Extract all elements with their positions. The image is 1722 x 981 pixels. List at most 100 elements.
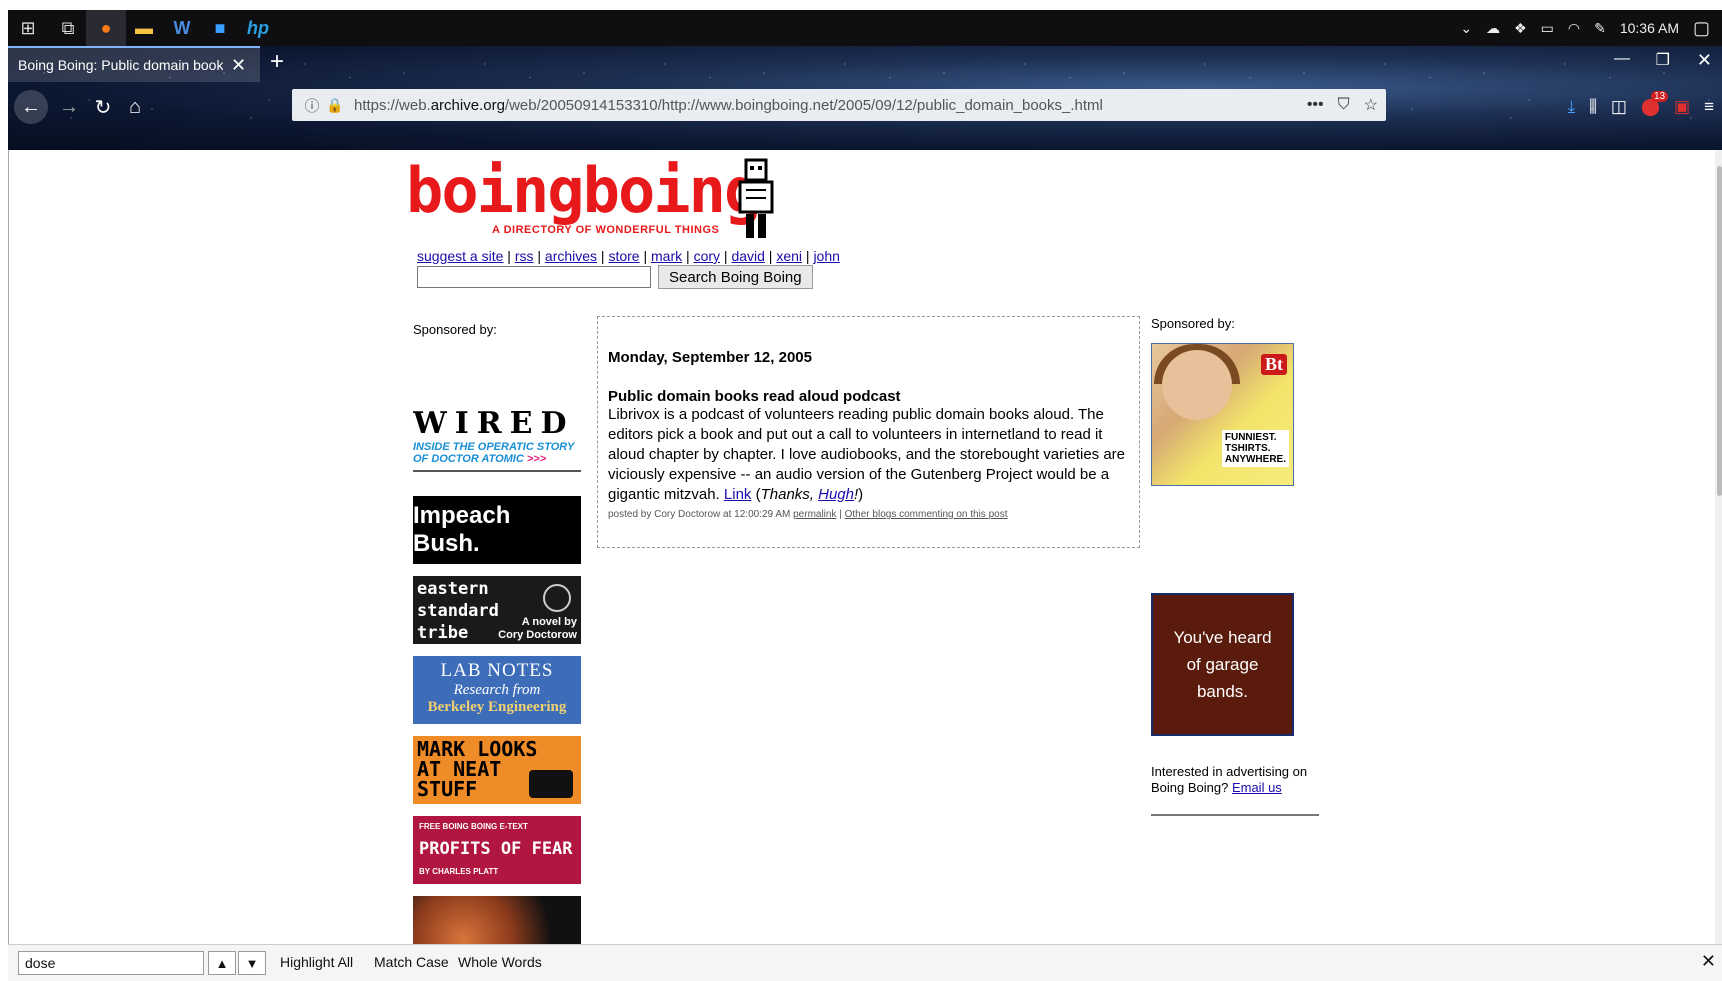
wired-arrows: >>> [526,453,547,465]
scrollbar[interactable] [1715,150,1722,944]
mark-line2: AT NEAT [417,757,502,781]
find-next-icon[interactable]: ▼ [238,951,266,975]
ad-mark-looks[interactable]: MARK LOOKS AT NEAT STUFF [413,736,581,804]
nav-suggest-site[interactable]: suggest a site [417,248,503,264]
find-input[interactable]: dose [18,951,204,975]
lock-icon[interactable]: 🔒 [326,97,346,114]
chevron-up-icon[interactable]: ⌄ [1460,20,1472,37]
find-previous-icon[interactable]: ▲ [208,951,236,975]
thanks-prefix: Thanks, [760,486,819,503]
est-by1: A novel by [521,616,577,628]
ad-garage-bands[interactable]: You've heard of garage bands. [1151,593,1294,736]
other-blogs-link[interactable]: Other blogs commenting on this post [845,509,1008,520]
site-search-input[interactable] [417,266,651,288]
pocket-icon[interactable]: ⛉ [1338,96,1350,114]
url-text[interactable]: https://web.archive.org/web/200509141533… [354,97,1103,114]
ad-lab-notes[interactable]: LAB NOTES Research from Berkeley Enginee… [413,656,581,724]
wired-logo: WIRED [413,406,575,441]
garage-line3: bands. [1196,682,1249,701]
home-icon[interactable]: ⌂ [118,90,152,124]
post-meta-text: posted by Cory Doctorow at 12:00:29 AM [608,509,794,520]
forward-icon[interactable]: → [52,90,86,124]
search-button[interactable]: Search Boing Boing [658,265,813,289]
pen-icon[interactable]: ✎ [1594,20,1606,37]
email-us-link[interactable]: Email us [1232,780,1282,795]
advertise-note: Interested in advertising on Boing Boing… [1151,764,1319,816]
thanks-hugh-link[interactable]: Hugh [818,486,854,503]
page-actions-icon[interactable]: ••• [1307,96,1324,114]
close-window-icon[interactable]: ✕ [1697,50,1712,71]
sidebar-icon[interactable]: ◫ [1611,97,1627,117]
logo-wordmark: boingboing [406,154,761,227]
nav-store[interactable]: store [608,248,639,264]
site-logo[interactable]: boingboing A DIRECTORY OF WONDERFUL THIN… [406,158,778,244]
highlight-all-toggle[interactable]: Highlight All [280,954,353,970]
whole-words-toggle[interactable]: Whole Words [458,954,542,970]
close-findbar-icon[interactable]: ✕ [1701,951,1716,972]
wired-sub2: OF DOCTOR ATOMIC [413,453,524,465]
task-view-icon[interactable]: ⧉ [48,10,88,46]
ad-impeach-bush[interactable]: Impeach Bush. [413,496,581,564]
info-icon[interactable]: ⓘ [298,95,326,116]
profits-line3: BY CHARLES PLATT [419,867,499,876]
post-date: Monday, September 12, 2005 [608,349,812,366]
blog-post: Monday, September 12, 2005 Public domain… [597,316,1140,548]
nav-mark[interactable]: mark [651,248,682,264]
nav-cory[interactable]: cory [694,248,720,264]
new-tab-icon[interactable]: + [270,48,284,76]
nav-archives[interactable]: archives [545,248,597,264]
nav-rss[interactable]: rss [515,248,534,264]
bt-tagline: FUNNIEST. TSHIRTS. ANYWHERE. [1221,430,1289,467]
permalink-link[interactable]: permalink [793,509,836,520]
ad-eastern-standard-tribe[interactable]: eastern standard tribe A novel by Cory Doct… [413,576,581,644]
hp-icon[interactable]: hp [238,10,278,46]
dropbox-icon[interactable]: ❖ [1514,20,1527,37]
restore-icon[interactable]: ❐ [1656,50,1670,70]
battery-icon[interactable]: ▭ [1541,20,1554,37]
match-case-toggle[interactable]: Match Case [374,954,449,970]
file-explorer-icon[interactable]: ▬ [124,10,164,46]
robot-mascot-icon [738,158,774,238]
nav-david[interactable]: david [731,248,764,264]
word-icon[interactable]: W [162,10,202,46]
profits-line2: PROFITS OF FEAR [419,839,573,859]
start-button[interactable]: ⊞ [8,10,48,46]
menu-icon[interactable]: ≡ [1704,97,1714,117]
download-icon[interactable]: ⤓ [1568,97,1576,117]
ad-planet-image[interactable] [413,896,581,944]
back-icon[interactable]: ← [14,90,48,124]
right-sponsored-label: Sponsored by: [1151,316,1235,331]
ad-wired[interactable]: WIRED INSIDE THE OPERATIC STORY OF DOCTO… [413,406,581,472]
scrollbar-thumb[interactable] [1717,166,1722,496]
extension-icon[interactable]: ▣ [1674,97,1690,117]
minimize-icon[interactable]: — [1614,50,1630,68]
ad-bt-tshirts[interactable]: Bt FUNNIEST. TSHIRTS. ANYWHERE. [1151,343,1294,486]
nav-xeni[interactable]: xeni [776,248,802,264]
nav-john[interactable]: john [813,248,839,264]
reload-icon[interactable]: ↻ [86,90,120,124]
ad-photo-face [1162,350,1232,420]
clock[interactable]: 10:36 AM [1620,20,1679,36]
bookmark-star-icon[interactable]: ☆ [1364,95,1378,115]
profits-line1: FREE BOING BOING E-TEXT [419,822,528,831]
adblock-icon[interactable]: ⬤ 13 [1641,91,1669,117]
library-icon[interactable]: ⫼ [1589,97,1597,117]
left-sponsored-label: Sponsored by: [413,322,497,337]
lab-line2: Research from [453,682,541,698]
action-center-icon[interactable]: ▢ [1693,18,1710,39]
post-link[interactable]: Link [724,486,752,503]
ad-profits-of-fear[interactable]: FREE BOING BOING E-TEXT PROFITS OF FEAR … [413,816,581,884]
firefox-taskbar-icon[interactable]: ● [86,10,126,46]
browser-chrome: Boing Boing: Public domain books ✕ + — ❐… [8,46,1722,150]
url-bar[interactable]: ⓘ 🔒 https://web.archive.org/web/20050914… [292,89,1386,121]
close-tab-icon[interactable]: ✕ [231,55,246,76]
onedrive-icon[interactable]: ☁ [1486,20,1500,37]
chat-app-icon[interactable]: ■ [200,10,240,46]
wired-sub1: INSIDE THE OPERATIC STORY [413,441,575,453]
find-bar: dose ▲ ▼ Highlight All Match Case Whole … [8,944,1722,981]
post-meta: posted by Cory Doctorow at 12:00:29 AM p… [608,509,1008,520]
wifi-icon[interactable]: ◠ [1568,20,1580,37]
lab-line1: LAB NOTES [440,660,554,681]
post-body: Librivox is a podcast of volunteers read… [608,406,1126,503]
tab-active[interactable]: Boing Boing: Public domain books ✕ [8,46,260,82]
